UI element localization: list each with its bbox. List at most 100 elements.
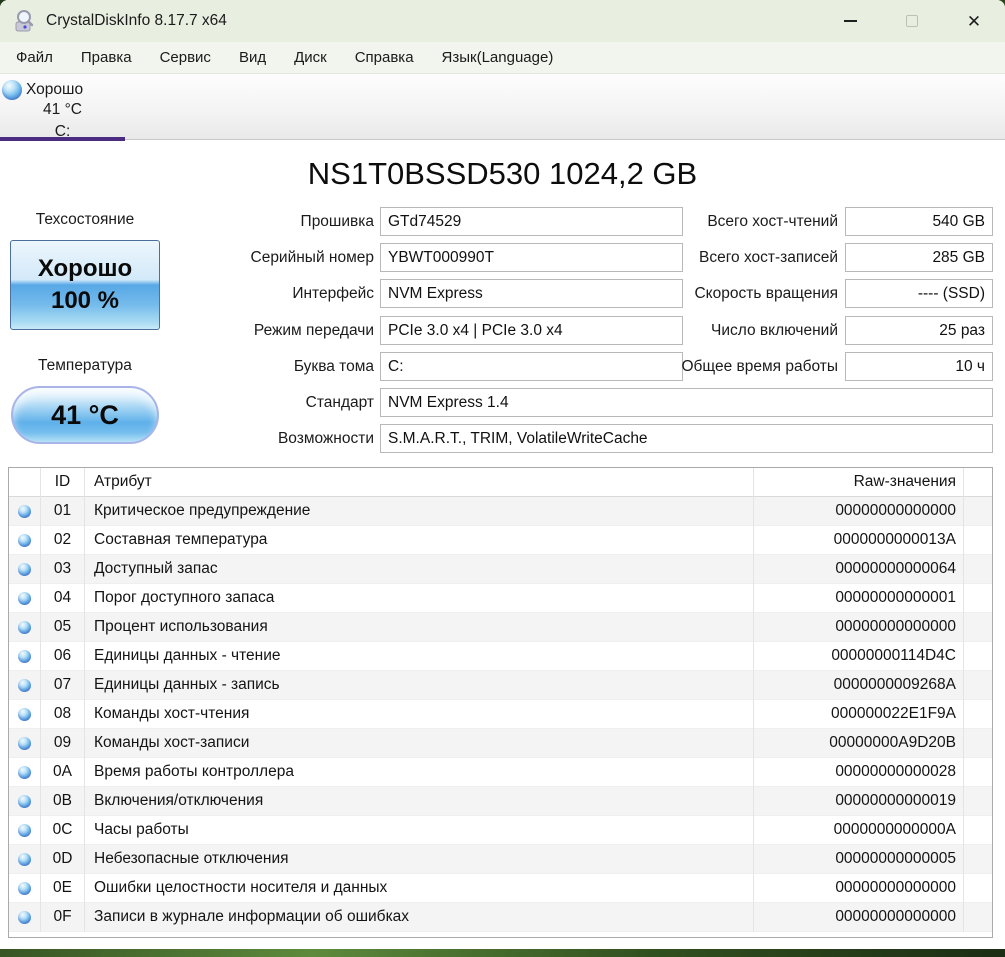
attribute-raw-value: 00000000114D4C — [754, 642, 964, 671]
attribute-status-orb-icon — [18, 505, 31, 518]
smart-table-row[interactable]: 0D Небезопасные отключения 0000000000000… — [9, 845, 992, 874]
minimize-icon — [843, 20, 857, 22]
attribute-status-orb-icon — [18, 708, 31, 721]
field-value: 540 GB — [845, 207, 993, 236]
menu-item[interactable]: Вид — [225, 42, 280, 73]
header-spare — [964, 468, 990, 497]
attribute-status-orb-icon — [18, 679, 31, 692]
smart-table-row[interactable]: 06 Единицы данных - чтение 00000000114D4… — [9, 642, 992, 671]
header-raw-values: Raw-значения — [754, 468, 964, 497]
smart-table-row[interactable]: 01 Критическое предупреждение 0000000000… — [9, 497, 992, 526]
attribute-raw-value: 000000022E1F9A — [754, 700, 964, 729]
attribute-raw-value: 00000000000000 — [754, 613, 964, 642]
attribute-name: Включения/отключения — [85, 787, 754, 816]
attribute-status-orb-icon — [18, 766, 31, 779]
attribute-status-orb-icon — [18, 824, 31, 837]
smart-table-row[interactable]: 0F Записи в журнале информации об ошибка… — [9, 903, 992, 932]
header-status — [9, 468, 41, 497]
maximize-button[interactable] — [881, 0, 943, 42]
attribute-id: 0B — [41, 787, 85, 816]
attribute-status-orb-icon — [18, 563, 31, 576]
attribute-name: Порог доступного запаса — [85, 584, 754, 613]
menu-item[interactable]: Сервис — [146, 42, 225, 73]
smart-table-row[interactable]: 0A Время работы контроллера 000000000000… — [9, 758, 992, 787]
attribute-status-orb-icon — [18, 853, 31, 866]
app-icon — [12, 8, 38, 34]
drive-tab-status: Хорошо — [26, 81, 84, 98]
field-label: Возможности — [277, 430, 374, 447]
smart-table-row[interactable]: 02 Составная температура 0000000000013A — [9, 526, 992, 555]
field-label: Общее время работы — [681, 358, 838, 375]
smart-table-row[interactable]: 0E Ошибки целостности носителя и данных … — [9, 874, 992, 903]
smart-table-row[interactable]: 05 Процент использования 00000000000000 — [9, 613, 992, 642]
attribute-status-orb-icon — [18, 621, 31, 634]
attribute-id: 08 — [41, 700, 85, 729]
attribute-id: 06 — [41, 642, 85, 671]
field-value: ---- (SSD) — [845, 279, 993, 308]
attribute-raw-value: 00000000000000 — [754, 874, 964, 903]
attribute-name: Команды хост-записи — [85, 729, 754, 758]
header-id: ID — [41, 468, 85, 497]
smart-table-row[interactable]: 0C Часы работы 0000000000000A — [9, 816, 992, 845]
smart-table-row[interactable]: 08 Команды хост-чтения 000000022E1F9A — [9, 700, 992, 729]
header-attribute: Атрибут — [85, 468, 754, 497]
attribute-name: Небезопасные отключения — [85, 845, 754, 874]
attribute-name: Команды хост-чтения — [85, 700, 754, 729]
smart-table-row[interactable]: 0B Включения/отключения 00000000000019 — [9, 787, 992, 816]
smart-table-row[interactable]: 07 Единицы данных - запись 0000000009268… — [9, 671, 992, 700]
attribute-id: 02 — [41, 526, 85, 555]
window-title: CrystalDiskInfo 8.17.7 x64 — [46, 12, 227, 29]
menu-item[interactable]: Справка — [341, 42, 428, 73]
attribute-status-orb-icon — [18, 737, 31, 750]
attribute-name: Доступный запас — [85, 555, 754, 584]
attribute-status-orb-icon — [18, 650, 31, 663]
menu-item[interactable]: Язык(Language) — [428, 42, 568, 73]
minimize-button[interactable] — [819, 0, 881, 42]
attribute-id: 0C — [41, 816, 85, 845]
smart-table-header: ID Атрибут Raw-значения — [9, 468, 992, 497]
attribute-id: 0A — [41, 758, 85, 787]
close-icon: ✕ — [966, 11, 982, 31]
field-label: Прошивка — [300, 213, 374, 230]
field-label: Серийный номер — [250, 249, 375, 266]
field-label: Буква тома — [293, 358, 374, 375]
attribute-raw-value: 00000000000000 — [754, 903, 964, 932]
attribute-status-orb-icon — [18, 911, 31, 924]
close-button[interactable]: ✕ — [943, 0, 1005, 42]
smart-table-row[interactable]: 09 Команды хост-записи 00000000A9D20B — [9, 729, 992, 758]
field-label: Всего хост-записей — [699, 249, 838, 266]
smart-table-row[interactable]: 04 Порог доступного запаса 0000000000000… — [9, 584, 992, 613]
attribute-name: Часы работы — [85, 816, 754, 845]
attribute-raw-value: 0000000009268A — [754, 671, 964, 700]
menu-item[interactable]: Правка — [67, 42, 146, 73]
attribute-raw-value: 0000000000000A — [754, 816, 964, 845]
attribute-id: 07 — [41, 671, 85, 700]
attribute-status-orb-icon — [18, 795, 31, 808]
menubar: Файл Правка Сервис Вид Диск Справка Язык… — [0, 42, 1005, 74]
attribute-status-orb-icon — [18, 534, 31, 547]
menu-item[interactable]: Файл — [2, 42, 67, 73]
field-value: S.M.A.R.T., TRIM, VolatileWriteCache — [380, 424, 993, 453]
attribute-id: 04 — [41, 584, 85, 613]
attribute-raw-value: 00000000000005 — [754, 845, 964, 874]
field-value: 10 ч — [845, 352, 993, 381]
active-tab-indicator — [0, 137, 125, 141]
field-label: Интерфейс — [292, 285, 374, 302]
smart-table-row[interactable]: 03 Доступный запас 00000000000064 — [9, 555, 992, 584]
attribute-name: Составная температура — [85, 526, 754, 555]
field-label: Скорость вращения — [694, 285, 838, 302]
attribute-id: 0F — [41, 903, 85, 932]
attribute-id: 01 — [41, 497, 85, 526]
menu-item[interactable]: Диск — [280, 42, 341, 73]
field-label: Стандарт — [305, 394, 374, 411]
attribute-raw-value: 00000000000019 — [754, 787, 964, 816]
drive-tab-c[interactable]: Хорошо 41 °C C: — [0, 74, 125, 141]
attribute-raw-value: 0000000000013A — [754, 526, 964, 555]
field-label: Всего хост-чтений — [707, 213, 838, 230]
attribute-name: Единицы данных - запись — [85, 671, 754, 700]
attribute-name: Единицы данных - чтение — [85, 642, 754, 671]
smart-table: ID Атрибут Raw-значения 01 Критическое п… — [8, 467, 993, 938]
field-value: 285 GB — [845, 243, 993, 272]
drive-tab-temperature: 41 °C — [43, 101, 82, 118]
attribute-name: Записи в журнале информации об ошибках — [85, 903, 754, 932]
